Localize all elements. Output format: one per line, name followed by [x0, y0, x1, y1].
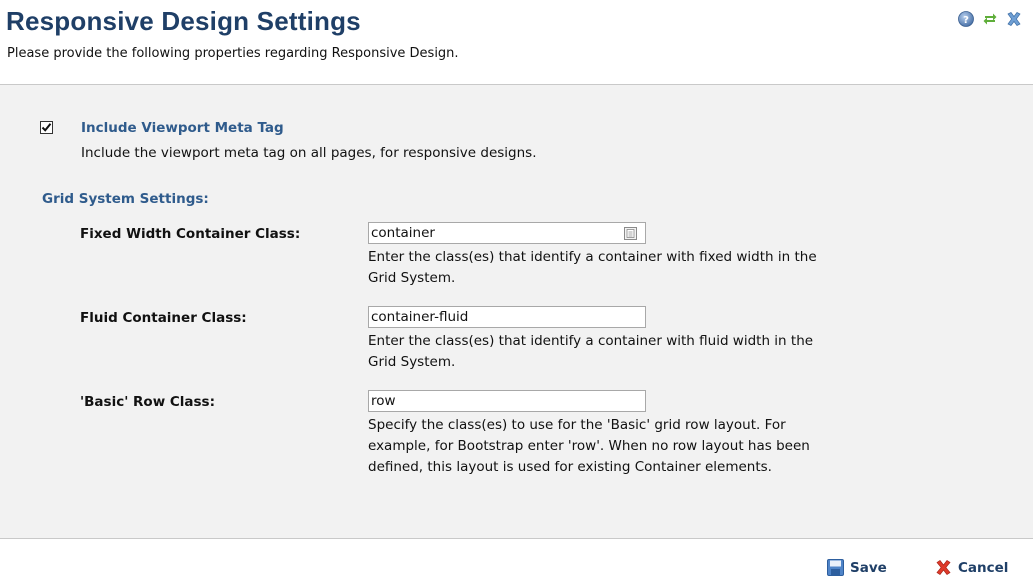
cancel-icon	[935, 559, 952, 576]
page-subtitle: Please provide the following properties …	[7, 46, 459, 61]
fixed-width-container-input[interactable]	[368, 222, 646, 244]
header-toolbar: ?	[957, 10, 1023, 28]
cancel-label: Cancel	[958, 559, 1009, 576]
refresh-icon[interactable]	[981, 10, 999, 28]
help-line: Grid System.	[368, 354, 456, 370]
help-line: example, for Bootstrap enter 'row'. When…	[368, 438, 810, 454]
include-viewport-label[interactable]: Include Viewport Meta Tag	[81, 120, 284, 136]
fluid-container-help: Enter the class(es) that identify a cont…	[368, 331, 968, 373]
basic-row-class-input[interactable]	[368, 390, 646, 412]
save-label: Save	[850, 559, 887, 576]
include-viewport-checkbox[interactable]	[40, 121, 53, 134]
checkmark-icon	[41, 123, 52, 132]
save-icon	[827, 559, 844, 576]
cancel-button[interactable]: Cancel	[935, 559, 1008, 576]
input-picker-icon[interactable]	[624, 225, 637, 240]
page-title: Responsive Design Settings	[6, 6, 361, 36]
grid-section-title: Grid System Settings:	[42, 191, 209, 207]
fluid-container-input[interactable]	[368, 306, 646, 328]
fixed-width-container-help: Enter the class(es) that identify a cont…	[368, 247, 968, 289]
fixed-width-container-label: Fixed Width Container Class:	[80, 226, 301, 242]
save-button[interactable]: Save	[827, 559, 887, 576]
basic-row-class-help: Specify the class(es) to use for the 'Ba…	[368, 415, 968, 478]
fluid-container-label: Fluid Container Class:	[80, 310, 247, 326]
help-line: defined, this layout is used for existin…	[368, 459, 772, 475]
basic-row-class-label: 'Basic' Row Class:	[80, 394, 215, 410]
help-line: Enter the class(es) that identify a cont…	[368, 333, 814, 349]
include-viewport-description: Include the viewport meta tag on all pag…	[81, 145, 537, 161]
close-icon[interactable]	[1005, 10, 1023, 28]
help-line: Enter the class(es) that identify a cont…	[368, 249, 817, 265]
help-icon[interactable]: ?	[957, 10, 975, 28]
help-line: Specify the class(es) to use for the 'Ba…	[368, 417, 786, 433]
help-line: Grid System.	[368, 270, 456, 286]
svg-text:?: ?	[963, 15, 969, 26]
